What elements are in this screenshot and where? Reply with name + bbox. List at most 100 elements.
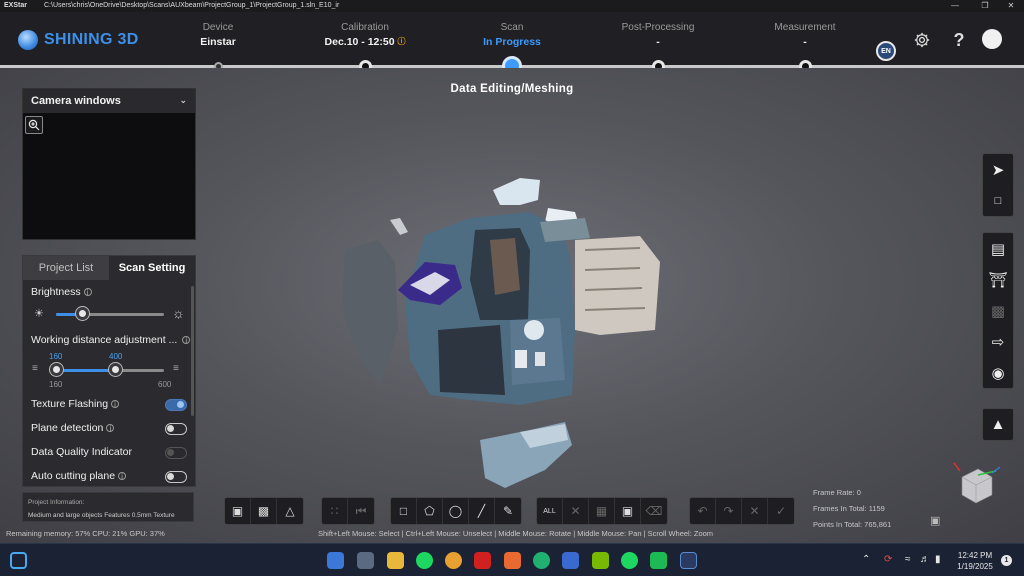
project-info-details: Medium and large objects Features 0.5mm … bbox=[28, 512, 175, 519]
lasso-select-icon[interactable]: ◯ bbox=[443, 498, 469, 524]
restore-icon[interactable]: ❐ bbox=[974, 0, 996, 12]
distance-low-knob[interactable] bbox=[50, 363, 63, 376]
select-all-icon[interactable]: ALL bbox=[537, 498, 563, 524]
near-distance-icon: ≡ bbox=[32, 363, 38, 374]
step-value: Einstar bbox=[200, 36, 236, 48]
spotify-icon-2[interactable] bbox=[621, 552, 638, 569]
notification-badge[interactable]: 1 bbox=[1001, 555, 1012, 566]
step-value: In Progress bbox=[483, 36, 541, 48]
data-quality-toggle[interactable] bbox=[165, 447, 187, 459]
wifi-icon[interactable]: ≈ bbox=[905, 554, 911, 565]
gear-icon[interactable] bbox=[911, 29, 933, 51]
info-icon[interactable]: i bbox=[118, 472, 127, 481]
start-menu-icon[interactable] bbox=[327, 552, 344, 569]
info-icon[interactable]: i bbox=[111, 400, 120, 409]
step-scan[interactable]: Scan In Progress bbox=[452, 22, 572, 48]
step-value: - bbox=[803, 36, 807, 48]
rect-select-icon[interactable]: □ bbox=[391, 498, 417, 524]
plane-detection-toggle[interactable] bbox=[165, 423, 187, 435]
user-avatar[interactable] bbox=[982, 29, 1002, 49]
orientation-cube[interactable] bbox=[948, 455, 1008, 515]
cancel-icon[interactable]: ✕ bbox=[742, 498, 768, 524]
window-icon[interactable]: ▤ bbox=[983, 233, 1013, 264]
volume-icon[interactable]: ♬ bbox=[920, 554, 930, 565]
mesh-icon[interactable]: ▲ bbox=[983, 409, 1013, 440]
camera-panel-header[interactable]: Camera windows ⌄ bbox=[23, 89, 195, 113]
step-post-processing[interactable]: Post-Processing - bbox=[598, 22, 718, 48]
app-icon-2[interactable] bbox=[650, 552, 667, 569]
info-icon[interactable]: i bbox=[106, 424, 115, 433]
rewind-icon[interactable]: ⏮ bbox=[348, 498, 374, 524]
connected-select-icon[interactable]: ▣ bbox=[615, 498, 641, 524]
clean-brush-icon[interactable]: ⛩ bbox=[983, 264, 1013, 295]
region-badge[interactable]: EN bbox=[876, 41, 896, 61]
battery-icon[interactable]: ▮ bbox=[935, 554, 941, 565]
info-icon[interactable]: i bbox=[83, 288, 92, 297]
view-plane-icon[interactable]: △ bbox=[277, 498, 303, 524]
acrobat-icon[interactable] bbox=[474, 552, 491, 569]
distance-low-value: 160 bbox=[49, 352, 63, 361]
select-cursor-icon[interactable]: ➤ bbox=[983, 154, 1013, 185]
points-total: Points In Total: 765,861 bbox=[813, 520, 892, 529]
brightness-slider-knob[interactable] bbox=[76, 307, 89, 320]
puzzle-icon[interactable]: ▩ bbox=[983, 295, 1013, 326]
right-toolbar-mesh: ▲ bbox=[982, 408, 1014, 441]
camera-panel-title: Camera windows bbox=[31, 95, 121, 107]
tab-project-list[interactable]: Project List bbox=[23, 256, 109, 280]
dots-icon[interactable]: ∷ bbox=[322, 498, 348, 524]
distance-slider-fill bbox=[56, 369, 116, 372]
polygon-select-icon[interactable]: ⬠ bbox=[417, 498, 443, 524]
eye-icon[interactable]: ◉ bbox=[983, 357, 1013, 388]
brightness-high-icon: ☼ bbox=[172, 305, 185, 321]
invert-select-icon[interactable]: ▦ bbox=[589, 498, 615, 524]
line-select-icon[interactable]: ╱ bbox=[469, 498, 495, 524]
step-label: Device bbox=[202, 22, 234, 33]
exstar-taskbar-icon[interactable] bbox=[680, 552, 697, 569]
data-quality-label: Data Quality Indicator bbox=[31, 446, 132, 458]
help-icon[interactable]: ? bbox=[948, 29, 970, 51]
undo-icon[interactable]: ↶ bbox=[690, 498, 716, 524]
gallery-icon[interactable] bbox=[357, 552, 374, 569]
working-distance-label: Working distance adjustment ... bbox=[31, 334, 178, 346]
tab-scan-setting[interactable]: Scan Setting bbox=[109, 256, 195, 280]
box-select-icon[interactable]: □ bbox=[983, 185, 1013, 216]
zoom-in-icon[interactable] bbox=[25, 116, 43, 134]
redo-icon[interactable]: ↷ bbox=[716, 498, 742, 524]
auto-cutting-toggle[interactable] bbox=[165, 471, 187, 483]
spotify-icon[interactable] bbox=[416, 552, 433, 569]
file-explorer-icon[interactable] bbox=[387, 552, 404, 569]
matlab-icon[interactable] bbox=[504, 552, 521, 569]
chrome-icon[interactable] bbox=[445, 552, 462, 569]
nvidia-icon[interactable] bbox=[592, 552, 609, 569]
distance-high-knob[interactable] bbox=[109, 363, 122, 376]
fit-view-icon[interactable]: ▣ bbox=[930, 514, 940, 527]
minimize-icon[interactable]: — bbox=[944, 0, 966, 12]
tray-chevron-icon[interactable]: ⌃ bbox=[862, 554, 870, 565]
step-calibration[interactable]: Calibration Dec.10 - 12:50 ⓘ bbox=[305, 22, 425, 48]
deselect-icon[interactable]: ✕ bbox=[563, 498, 589, 524]
distance-min-value: 160 bbox=[49, 380, 63, 389]
step-device[interactable]: Device Einstar bbox=[158, 22, 278, 48]
taskbar-clock[interactable]: 12:42 PM 1/19/2025 bbox=[952, 550, 998, 572]
settings-tabs: Project List Scan Setting bbox=[23, 256, 195, 280]
windows-taskbar: ⌃ ⟳ ≈ ♬ ▮ 12:42 PM 1/19/2025 1 bbox=[0, 543, 1024, 576]
app-icon[interactable] bbox=[562, 552, 579, 569]
brush-select-icon[interactable]: ✎ bbox=[495, 498, 521, 524]
brightness-low-icon: ☀ bbox=[34, 308, 44, 320]
chevron-down-icon[interactable]: ⌄ bbox=[179, 95, 187, 106]
export-icon[interactable]: ⇨ bbox=[983, 326, 1013, 357]
confirm-icon[interactable]: ✓ bbox=[768, 498, 794, 524]
view-cube-icon[interactable]: ▩ bbox=[251, 498, 277, 524]
sync-icon[interactable]: ⟳ bbox=[884, 554, 892, 565]
info-icon[interactable]: i bbox=[182, 336, 191, 345]
close-icon[interactable]: ✕ bbox=[1000, 0, 1022, 12]
right-toolbar-tools: ▤ ⛩ ▩ ⇨ ◉ bbox=[982, 232, 1014, 389]
settings-scrollbar[interactable] bbox=[191, 286, 194, 416]
windows-start-icon[interactable] bbox=[10, 552, 27, 569]
grammarly-icon[interactable] bbox=[533, 552, 550, 569]
step-measurement[interactable]: Measurement - bbox=[745, 22, 865, 48]
playback-toolbar: ∷ ⏮ bbox=[321, 497, 375, 525]
texture-flashing-toggle[interactable] bbox=[165, 399, 187, 411]
delete-icon[interactable]: ⌫ bbox=[641, 498, 667, 524]
view-front-icon[interactable]: ▣ bbox=[225, 498, 251, 524]
